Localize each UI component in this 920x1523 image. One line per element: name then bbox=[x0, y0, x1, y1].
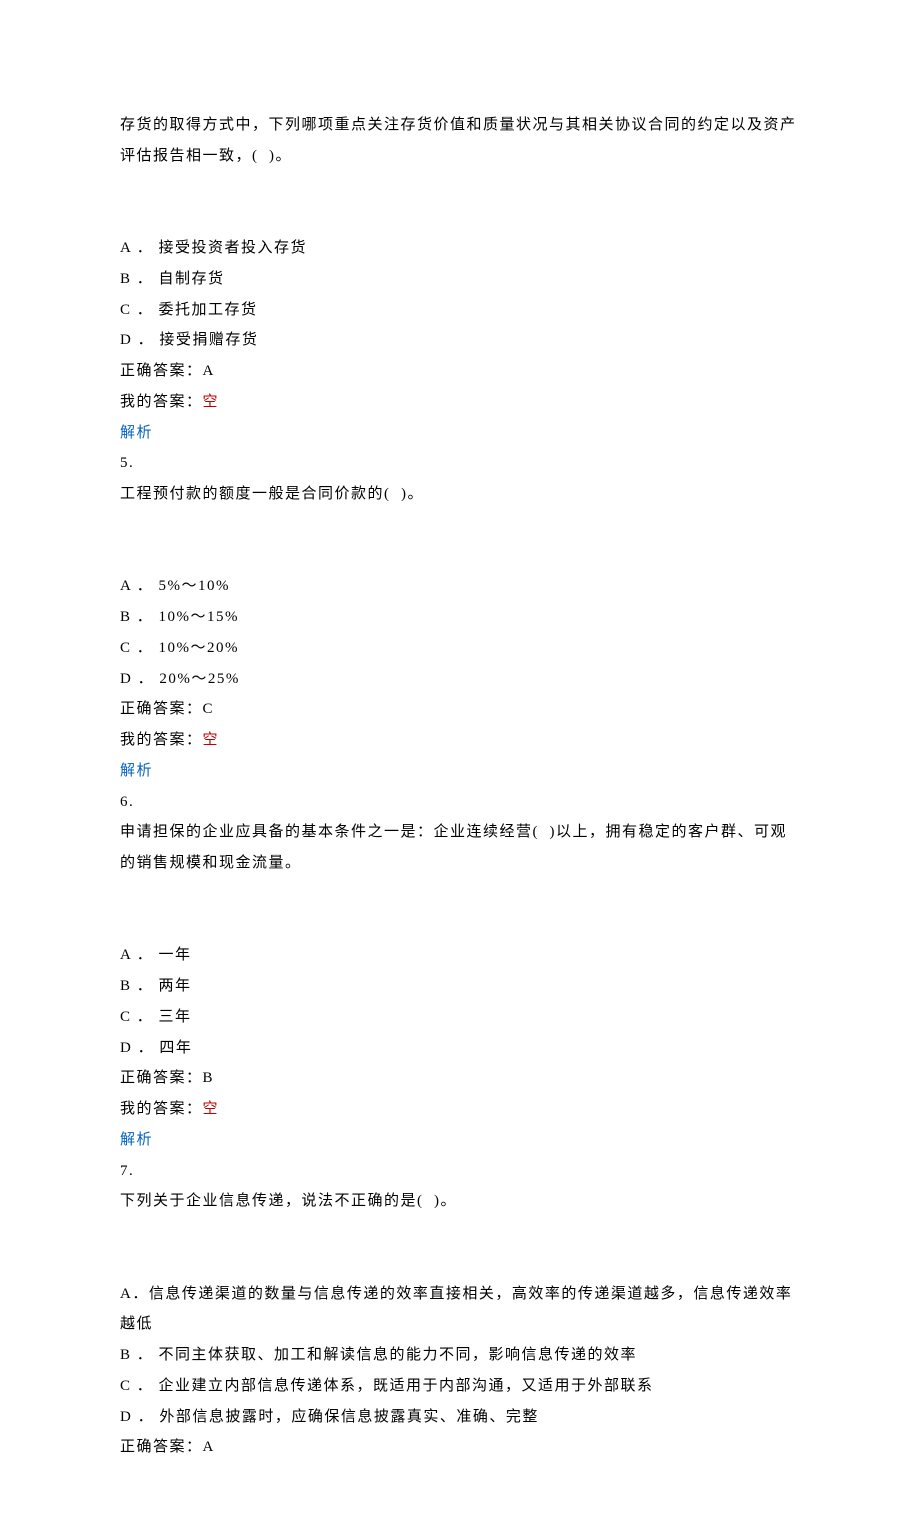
q5-my-answer-label: 我的答案： bbox=[120, 732, 203, 748]
spacer bbox=[120, 202, 800, 233]
q6-correct-answer: 正确答案：B bbox=[120, 1063, 800, 1094]
q4-my-answer-label: 我的答案： bbox=[120, 394, 203, 410]
q7-option-b: B ． 不同主体获取、加工和解读信息的能力不同，影响信息传递的效率 bbox=[120, 1340, 800, 1371]
spacer bbox=[120, 172, 800, 203]
q4-option-a: A ． 接受投资者投入存货 bbox=[120, 233, 800, 264]
q5-option-d: D ． 20%～25% bbox=[120, 664, 800, 695]
spacer bbox=[120, 879, 800, 910]
q5-my-answer: 我的答案：空 bbox=[120, 725, 800, 756]
q7-option-d: D ． 外部信息披露时，应确保信息披露真实、准确、完整 bbox=[120, 1402, 800, 1433]
q6-analysis-link[interactable]: 解析 bbox=[120, 1125, 800, 1156]
q6-stem: 申请担保的企业应具备的基本条件之一是：企业连续经营( )以上，拥有稳定的客户群、… bbox=[120, 817, 800, 879]
q4-my-answer: 我的答案：空 bbox=[120, 387, 800, 418]
spacer bbox=[120, 1217, 800, 1248]
q4-analysis-link[interactable]: 解析 bbox=[120, 418, 800, 449]
q5-number: 5. bbox=[120, 448, 800, 479]
q6-option-b: B ． 两年 bbox=[120, 971, 800, 1002]
q5-stem: 工程预付款的额度一般是合同价款的( )。 bbox=[120, 479, 800, 510]
q5-option-c: C ． 10%～20% bbox=[120, 633, 800, 664]
q4-option-b: B ． 自制存货 bbox=[120, 264, 800, 295]
q7-option-a: A．信息传递渠道的数量与信息传递的效率直接相关，高效率的传递渠道越多，信息传递效… bbox=[120, 1279, 800, 1341]
q6-option-d: D ． 四年 bbox=[120, 1033, 800, 1064]
q4-option-c: C ． 委托加工存货 bbox=[120, 295, 800, 326]
q7-stem: 下列关于企业信息传递，说法不正确的是( )。 bbox=[120, 1186, 800, 1217]
q7-option-c: C ． 企业建立内部信息传递体系，既适用于内部沟通，又适用于外部联系 bbox=[120, 1371, 800, 1402]
q4-correct-answer: 正确答案：A bbox=[120, 356, 800, 387]
q6-my-answer: 我的答案：空 bbox=[120, 1094, 800, 1125]
q5-my-answer-value: 空 bbox=[203, 732, 220, 748]
q6-my-answer-value: 空 bbox=[203, 1101, 220, 1117]
spacer bbox=[120, 541, 800, 572]
q5-option-b: B ． 10%～15% bbox=[120, 602, 800, 633]
q6-option-c: C ． 三年 bbox=[120, 1002, 800, 1033]
q6-number: 6. bbox=[120, 787, 800, 818]
q4-my-answer-value: 空 bbox=[203, 394, 220, 410]
spacer bbox=[120, 510, 800, 541]
q5-correct-answer: 正确答案：C bbox=[120, 694, 800, 725]
q7-correct-answer: 正确答案：A bbox=[120, 1432, 800, 1463]
spacer bbox=[120, 1248, 800, 1279]
q5-option-a: A ． 5%～10% bbox=[120, 571, 800, 602]
q6-my-answer-label: 我的答案： bbox=[120, 1101, 203, 1117]
q6-option-a: A ． 一年 bbox=[120, 940, 800, 971]
q7-number: 7. bbox=[120, 1156, 800, 1187]
spacer bbox=[120, 910, 800, 941]
q4-stem: 存货的取得方式中，下列哪项重点关注存货价值和质量状况与其相关协议合同的约定以及资… bbox=[120, 110, 800, 172]
q5-analysis-link[interactable]: 解析 bbox=[120, 756, 800, 787]
q4-option-d: D ． 接受捐赠存货 bbox=[120, 325, 800, 356]
